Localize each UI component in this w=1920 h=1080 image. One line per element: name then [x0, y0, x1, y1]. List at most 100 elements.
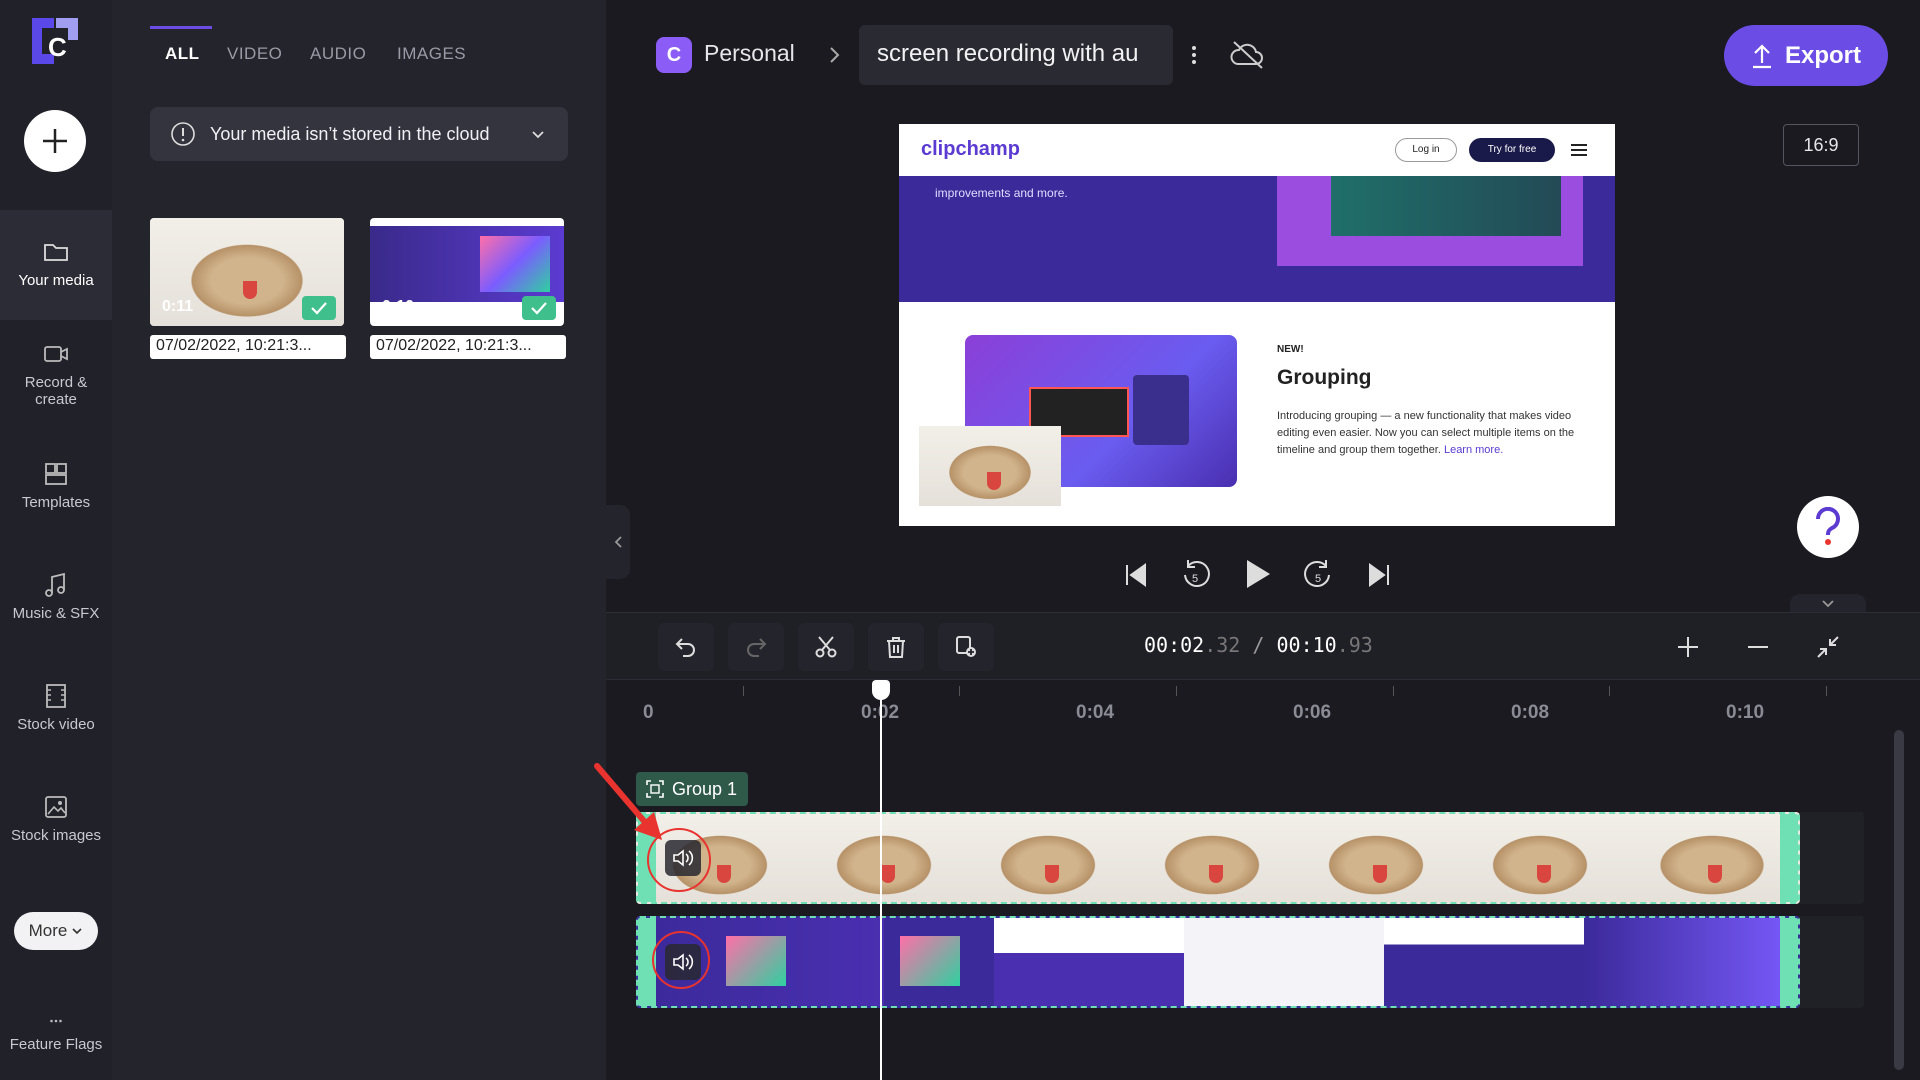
- webcam-overlay: [919, 426, 1061, 506]
- video-clip-dog[interactable]: [636, 812, 1800, 904]
- time-separator: /: [1252, 633, 1265, 657]
- video-preview[interactable]: clipchamp Log in Try for free improvemen…: [899, 124, 1615, 526]
- dog-overlay-image: [919, 426, 1061, 506]
- skip-end-icon[interactable]: [1366, 562, 1392, 588]
- templates-icon: [45, 463, 67, 485]
- rail-label: Feature Flags: [9, 1036, 103, 1053]
- group-label-text: Group 1: [672, 778, 738, 799]
- playhead-line: [880, 690, 882, 1080]
- banner-video-thumb: [1331, 176, 1561, 236]
- tab-images[interactable]: IMAGES: [397, 44, 466, 64]
- cloud-off-icon[interactable]: [1230, 38, 1266, 70]
- undo-icon: [675, 638, 695, 657]
- time-current: 00:02: [1144, 633, 1205, 657]
- info-icon: [171, 122, 195, 146]
- clipchamp-logo[interactable]: C: [26, 12, 84, 70]
- undo-button[interactable]: [658, 623, 714, 671]
- split-button[interactable]: [798, 623, 854, 671]
- check-icon: [311, 302, 327, 315]
- svg-text:5: 5: [1315, 573, 1321, 585]
- ruler-tick: [1609, 686, 1610, 696]
- chevron-down-icon: [532, 131, 544, 139]
- workspace-name[interactable]: Personal: [704, 40, 795, 67]
- forward-5-icon[interactable]: 5: [1302, 558, 1334, 592]
- folder-icon: [44, 244, 68, 261]
- redo-icon: [747, 638, 767, 657]
- delete-button[interactable]: [868, 623, 924, 671]
- clip-frame: [802, 814, 966, 902]
- feature-heading: Grouping: [1277, 366, 1372, 389]
- check-badge: [302, 296, 336, 320]
- clip-trim-right[interactable]: [1780, 918, 1798, 1006]
- playhead-handle[interactable]: [872, 680, 890, 700]
- rail-your-media[interactable]: Your media: [0, 238, 112, 289]
- redo-button[interactable]: [728, 623, 784, 671]
- zoom-in-button[interactable]: [1660, 623, 1716, 671]
- add-button[interactable]: [24, 110, 86, 172]
- clip-frame: [966, 814, 1130, 902]
- question-icon: [1815, 507, 1840, 545]
- video-clip-screen[interactable]: [636, 916, 1800, 1008]
- rail-record-create[interactable]: Record & create: [0, 340, 112, 408]
- banner-text: improvements and more.: [935, 186, 1068, 200]
- plus-icon: [1678, 637, 1698, 657]
- time-total: 00:10: [1276, 633, 1337, 657]
- clip-frame: [1458, 814, 1622, 902]
- collapse-panel-button[interactable]: [606, 505, 630, 579]
- rail-music-sfx[interactable]: Music & SFX: [0, 571, 112, 622]
- feature-body-text: Introducing grouping — a new functionali…: [1277, 410, 1575, 456]
- timeline-scrollbar[interactable]: [1894, 730, 1904, 1070]
- clip-frame-art: [726, 936, 786, 986]
- clip-frame-art: [900, 936, 960, 986]
- tab-indicator: [150, 26, 212, 29]
- rail-label: Stock video: [17, 716, 95, 733]
- ruler-label: 0: [643, 702, 654, 723]
- zoom-out-button[interactable]: [1730, 623, 1786, 671]
- trash-icon: [887, 637, 905, 658]
- feature-body: Introducing grouping — a new functionali…: [1277, 408, 1581, 459]
- media-duration: 0:10: [382, 298, 415, 315]
- cloud-notice[interactable]: Your media isn’t stored in the cloud: [150, 107, 568, 161]
- new-badge: NEW!: [1277, 344, 1304, 355]
- ruler-tick: [743, 686, 744, 696]
- duplicate-button[interactable]: [938, 623, 994, 671]
- feature-art-menu: [1133, 375, 1189, 445]
- tab-audio[interactable]: AUDIO: [310, 44, 366, 64]
- media-thumb-screen[interactable]: 0:10: [370, 218, 564, 326]
- kebab-menu-icon[interactable]: [1190, 44, 1198, 66]
- tab-all[interactable]: ALL: [165, 44, 200, 64]
- aspect-ratio-button[interactable]: 16:9: [1783, 124, 1859, 166]
- rail-stock-images[interactable]: Stock images: [0, 793, 112, 844]
- help-button[interactable]: [1797, 496, 1859, 558]
- rail-feature-flags[interactable]: Feature Flags: [0, 1012, 112, 1053]
- timeline-ruler[interactable]: 0 0:02 0:04 0:06 0:08 0:10: [606, 680, 1920, 740]
- tab-video[interactable]: VIDEO: [227, 44, 282, 64]
- play-icon[interactable]: [1244, 558, 1272, 590]
- collapse-arrows-icon: [1817, 636, 1839, 658]
- clip-frame: [1184, 918, 1384, 1006]
- skip-start-icon[interactable]: [1123, 562, 1149, 588]
- upload-icon: [1752, 43, 1771, 68]
- rewind-5-icon[interactable]: 5: [1180, 558, 1212, 592]
- rail-templates[interactable]: Templates: [0, 460, 112, 511]
- ruler-tick: [1826, 686, 1827, 696]
- clip-frame: [994, 918, 1184, 1006]
- fit-timeline-button[interactable]: [1800, 623, 1856, 671]
- collapse-timeline-button[interactable]: [1790, 594, 1866, 614]
- learn-more-link: Learn more.: [1443, 444, 1504, 456]
- site-nav: clipchamp Log in Try for free: [899, 124, 1615, 176]
- media-thumb-dog[interactable]: 0:11: [150, 218, 344, 326]
- export-button[interactable]: Export: [1724, 25, 1888, 86]
- clip-trim-right[interactable]: [1780, 814, 1798, 902]
- rail-stock-video[interactable]: Stock video: [0, 682, 112, 733]
- media-name: 07/02/2022, 10:21:3...: [150, 335, 346, 359]
- music-icon: [45, 572, 65, 597]
- more-button[interactable]: More: [14, 912, 98, 950]
- project-title-input[interactable]: screen recording with au: [859, 25, 1173, 85]
- cloud-notice-text: Your media isn’t stored in the cloud: [210, 123, 490, 144]
- camera-icon: [44, 346, 68, 362]
- chevron-right-icon: [830, 47, 840, 63]
- ruler-tick: [959, 686, 960, 696]
- clip-frame: [1584, 918, 1798, 1006]
- scissors-icon: [815, 636, 837, 658]
